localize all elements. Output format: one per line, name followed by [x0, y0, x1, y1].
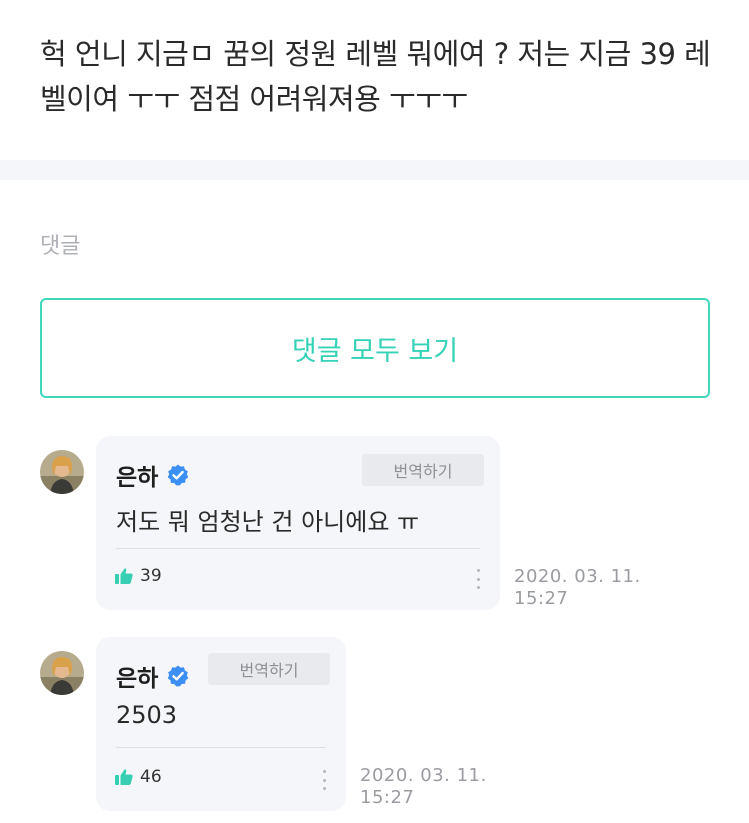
- comment-bubble: 은하 번역하기 2503 46: [96, 637, 346, 811]
- comment-divider: [116, 548, 480, 549]
- comment-date: 2020. 03. 11.: [514, 566, 641, 587]
- comment-item: 은하 번역하기 2503 46 2020. 03. 11. 15:27: [0, 637, 749, 813]
- thumbs-up-icon: [115, 568, 133, 584]
- comment-bubble: 은하 번역하기 저도 뭐 엄청난 건 아니에요 ㅠ 39: [96, 436, 500, 610]
- like-count: 46: [140, 767, 162, 787]
- comment-author: 은하: [116, 659, 190, 693]
- comment-text: 2503: [116, 701, 178, 729]
- section-divider: [0, 160, 749, 180]
- more-vertical-icon[interactable]: [472, 569, 484, 589]
- verified-check-icon: [168, 665, 189, 687]
- like-button[interactable]: 46: [114, 767, 162, 787]
- more-vertical-icon[interactable]: [318, 770, 330, 790]
- comment-time: 15:27: [360, 787, 415, 808]
- comment-timestamp: 2020. 03. 11. 15:27: [514, 566, 641, 610]
- comment-date: 2020. 03. 11.: [360, 765, 487, 786]
- like-count: 39: [140, 566, 162, 586]
- comment-timestamp: 2020. 03. 11. 15:27: [360, 765, 487, 809]
- view-all-comments-button[interactable]: 댓글 모두 보기: [40, 298, 710, 398]
- post-text: 헉 언니 지금ㅁ 꿈의 정원 레벨 뭐에여 ? 저는 지금 39 레벨이여 ㅜㅜ…: [40, 37, 711, 116]
- like-button[interactable]: 39: [114, 566, 162, 586]
- author-name[interactable]: 은하: [116, 659, 158, 693]
- comment-divider: [116, 747, 326, 748]
- comment-text: 저도 뭐 엄청난 건 아니에요 ㅠ: [116, 508, 420, 536]
- comment-item: 은하 번역하기 저도 뭐 엄청난 건 아니에요 ㅠ 39 2020. 03. 1…: [0, 436, 749, 612]
- thumbs-up-icon: [115, 769, 133, 785]
- comment-time: 15:27: [514, 588, 569, 609]
- author-name[interactable]: 은하: [116, 458, 158, 492]
- avatar[interactable]: [40, 651, 84, 695]
- verified-check-icon: [168, 464, 189, 486]
- comments-section-label: 댓글: [40, 234, 81, 259]
- comment-author: 은하: [116, 458, 190, 492]
- translate-button[interactable]: 번역하기: [208, 653, 330, 685]
- avatar[interactable]: [40, 450, 84, 494]
- translate-button[interactable]: 번역하기: [362, 454, 484, 486]
